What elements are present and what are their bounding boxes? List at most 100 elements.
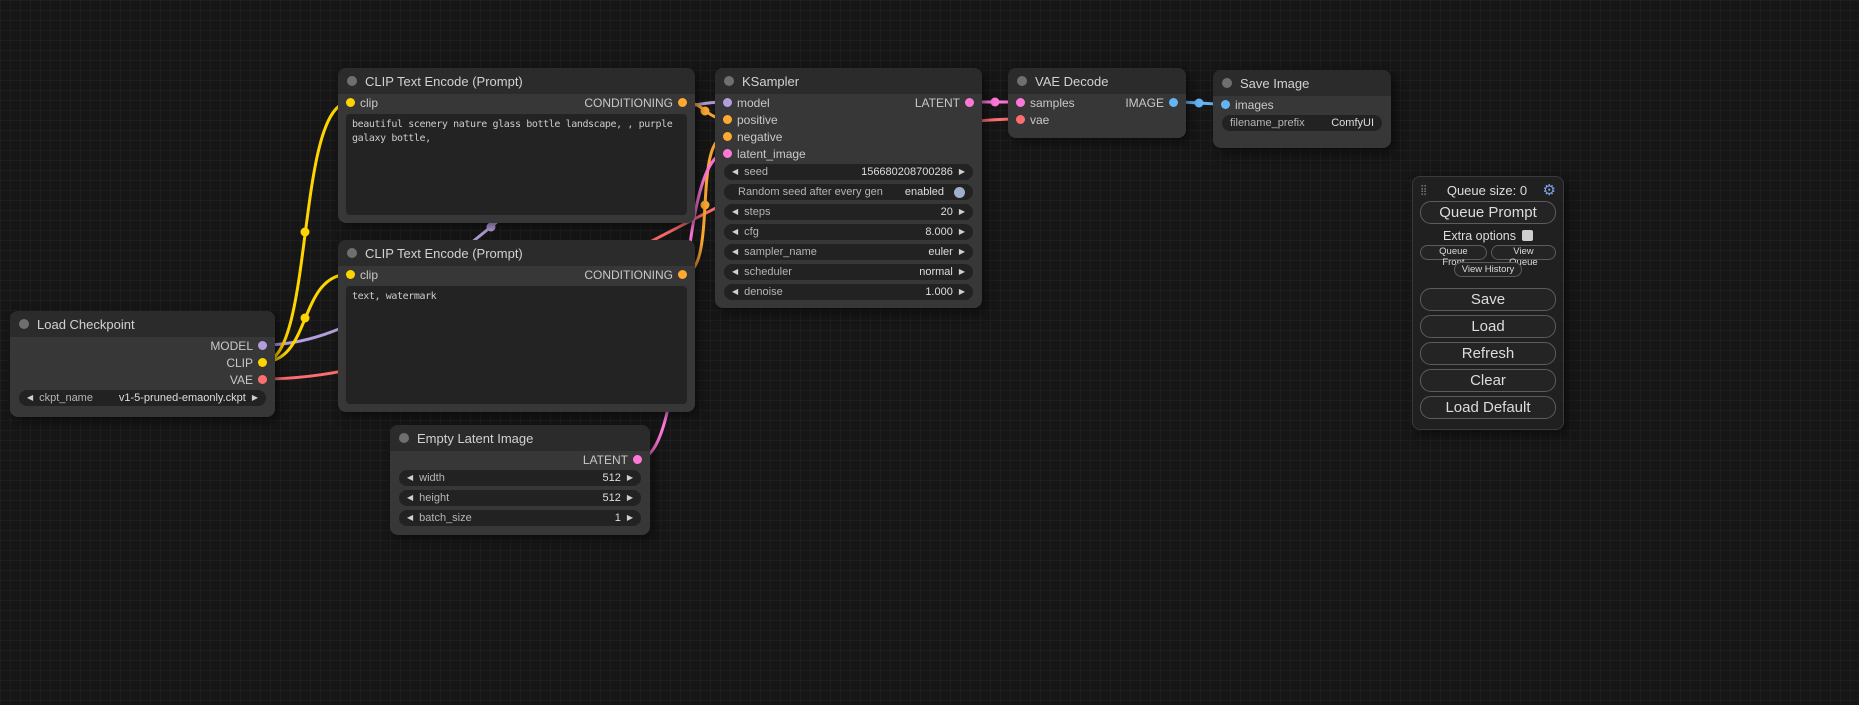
output-slot-label: LATENT [583, 453, 628, 467]
extra-options-checkbox[interactable] [1522, 230, 1533, 241]
node-title-bar[interactable]: VAE Decode [1008, 68, 1186, 94]
decrement-arrow-icon[interactable]: ◀ [407, 474, 413, 482]
node-empty-latent-image[interactable]: Empty Latent Image LATENT ◀ width 512 ▶ … [390, 425, 650, 535]
seed-widget[interactable]: ◀ seed 156680208700286 ▶ [724, 164, 973, 180]
increment-arrow-icon[interactable]: ▶ [959, 288, 965, 296]
output-slot-conditioning-dot[interactable] [678, 270, 687, 279]
increment-arrow-icon[interactable]: ▶ [959, 248, 965, 256]
output-row: MODEL [10, 337, 275, 354]
node-title-bar[interactable]: Load Checkpoint [10, 311, 275, 337]
increment-arrow-icon[interactable]: ▶ [959, 228, 965, 236]
collapse-dot-icon[interactable] [399, 433, 409, 443]
output-slot-label: IMAGE [1125, 96, 1164, 110]
increment-arrow-icon[interactable]: ▶ [959, 168, 965, 176]
input-slot-label: clip [360, 268, 378, 282]
input-row: vae [1008, 111, 1186, 128]
decrement-arrow-icon[interactable]: ◀ [732, 248, 738, 256]
output-row: LATENT [390, 451, 650, 468]
collapse-dot-icon[interactable] [1222, 78, 1232, 88]
node-vae-decode[interactable]: VAE Decode samples IMAGE vae [1008, 68, 1186, 138]
save-button[interactable]: Save [1420, 288, 1556, 311]
input-slot-latent-image-dot[interactable] [723, 149, 732, 158]
output-slot-model-dot[interactable] [258, 341, 267, 350]
view-history-button[interactable]: View History [1454, 262, 1523, 277]
collapse-dot-icon[interactable] [19, 319, 29, 329]
increment-arrow-icon[interactable]: ▶ [627, 514, 633, 522]
wire-midpoint-dot [301, 314, 310, 323]
increment-arrow-icon[interactable]: ▶ [959, 268, 965, 276]
input-slot-label: images [1235, 98, 1274, 112]
steps-widget[interactable]: ◀ steps 20 ▶ [724, 204, 973, 220]
positive-prompt-textarea[interactable]: beautiful scenery nature glass bottle la… [346, 114, 687, 215]
decrement-arrow-icon[interactable]: ◀ [732, 228, 738, 236]
node-clip-text-encode-negative[interactable]: CLIP Text Encode (Prompt) clip CONDITION… [338, 240, 695, 412]
output-slot-vae-dot[interactable] [258, 375, 267, 384]
height-widget[interactable]: ◀ height 512 ▶ [399, 490, 641, 506]
node-graph-canvas[interactable]: Load Checkpoint MODEL CLIP VAE ◀ ckpt_na… [0, 0, 1859, 705]
queue-prompt-button[interactable]: Queue Prompt [1420, 201, 1556, 224]
node-load-checkpoint[interactable]: Load Checkpoint MODEL CLIP VAE ◀ ckpt_na… [10, 311, 275, 417]
output-slot-latent-dot[interactable] [965, 98, 974, 107]
collapse-dot-icon[interactable] [347, 248, 357, 258]
clear-button[interactable]: Clear [1420, 369, 1556, 392]
output-slot-image-dot[interactable] [1169, 98, 1178, 107]
load-default-button[interactable]: Load Default [1420, 396, 1556, 419]
input-slot-negative-dot[interactable] [723, 132, 732, 141]
settings-gear-icon[interactable]: ⚙ [1543, 181, 1556, 199]
decrement-arrow-icon[interactable]: ◀ [732, 288, 738, 296]
collapse-dot-icon[interactable] [347, 76, 357, 86]
input-slot-label: negative [737, 130, 782, 144]
node-title-bar[interactable]: CLIP Text Encode (Prompt) [338, 240, 695, 266]
output-slot-conditioning-dot[interactable] [678, 98, 687, 107]
input-slot-positive-dot[interactable] [723, 115, 732, 124]
input-slot-images-dot[interactable] [1221, 100, 1230, 109]
extra-options-row: Extra options [1420, 227, 1556, 244]
decrement-arrow-icon[interactable]: ◀ [407, 494, 413, 502]
drag-handle-icon[interactable]: ⣿ [1420, 185, 1427, 196]
queue-front-button[interactable]: Queue Front [1420, 245, 1487, 260]
cfg-widget[interactable]: ◀ cfg 8.000 ▶ [724, 224, 973, 240]
decrement-arrow-icon[interactable]: ◀ [732, 168, 738, 176]
increment-arrow-icon[interactable]: ▶ [627, 494, 633, 502]
decrement-arrow-icon[interactable]: ◀ [732, 268, 738, 276]
node-title-bar[interactable]: Save Image [1213, 70, 1391, 96]
node-save-image[interactable]: Save Image images filename_prefix ComfyU… [1213, 70, 1391, 148]
history-button-row: View History [1420, 262, 1556, 277]
sampler-name-widget[interactable]: ◀ sampler_name euler ▶ [724, 244, 973, 260]
output-slot-label: CONDITIONING [584, 268, 673, 282]
load-button[interactable]: Load [1420, 315, 1556, 338]
decrement-arrow-icon[interactable]: ◀ [407, 514, 413, 522]
ckpt-name-widget[interactable]: ◀ ckpt_name v1-5-pruned-emaonly.ckpt ▶ [19, 390, 266, 406]
filename-prefix-widget[interactable]: filename_prefix ComfyUI [1222, 115, 1382, 131]
scheduler-widget[interactable]: ◀ scheduler normal ▶ [724, 264, 973, 280]
input-slot-vae-dot[interactable] [1016, 115, 1025, 124]
toggle-knob-icon[interactable] [954, 187, 965, 198]
input-slot-model-dot[interactable] [723, 98, 732, 107]
view-queue-button[interactable]: View Queue [1491, 245, 1556, 260]
collapse-dot-icon[interactable] [724, 76, 734, 86]
input-slot-label: positive [737, 113, 778, 127]
input-slot-clip-dot[interactable] [346, 270, 355, 279]
decrement-arrow-icon[interactable]: ◀ [732, 208, 738, 216]
increment-arrow-icon[interactable]: ▶ [627, 474, 633, 482]
width-widget[interactable]: ◀ width 512 ▶ [399, 470, 641, 486]
denoise-widget[interactable]: ◀ denoise 1.000 ▶ [724, 284, 973, 300]
node-ksampler[interactable]: KSampler model LATENT positive negative … [715, 68, 982, 308]
increment-arrow-icon[interactable]: ▶ [959, 208, 965, 216]
input-slot-clip-dot[interactable] [346, 98, 355, 107]
node-clip-text-encode-positive[interactable]: CLIP Text Encode (Prompt) clip CONDITION… [338, 68, 695, 223]
node-title-bar[interactable]: CLIP Text Encode (Prompt) [338, 68, 695, 94]
collapse-dot-icon[interactable] [1017, 76, 1027, 86]
input-row: images [1213, 96, 1391, 113]
batch-size-widget[interactable]: ◀ batch_size 1 ▶ [399, 510, 641, 526]
input-slot-samples-dot[interactable] [1016, 98, 1025, 107]
refresh-button[interactable]: Refresh [1420, 342, 1556, 365]
node-title-bar[interactable]: KSampler [715, 68, 982, 94]
node-title-bar[interactable]: Empty Latent Image [390, 425, 650, 451]
output-slot-clip-dot[interactable] [258, 358, 267, 367]
increment-arrow-icon[interactable]: ▶ [252, 394, 258, 402]
output-slot-latent-dot[interactable] [633, 455, 642, 464]
random-seed-toggle[interactable]: Random seed after every gen enabled [724, 184, 973, 200]
negative-prompt-textarea[interactable]: text, watermark [346, 286, 687, 404]
decrement-arrow-icon[interactable]: ◀ [27, 394, 33, 402]
